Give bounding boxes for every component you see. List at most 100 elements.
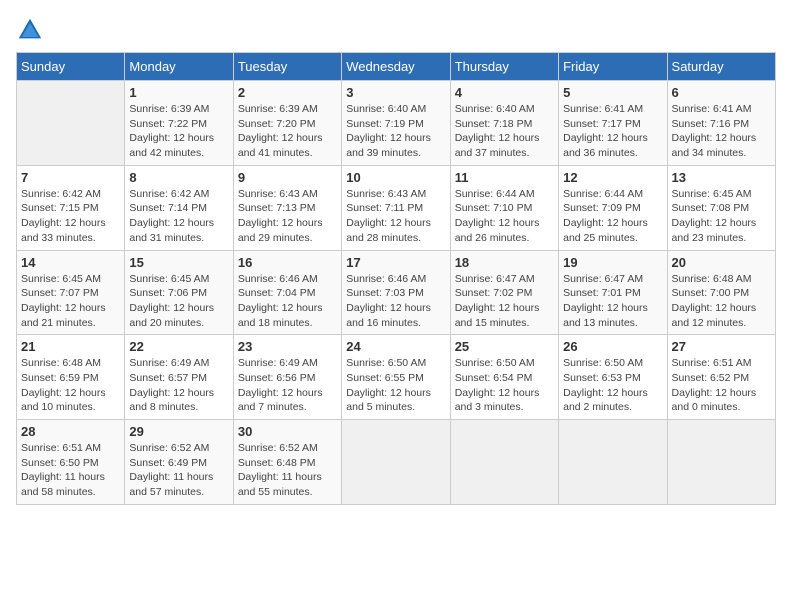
calendar-cell: 25 Sunrise: 6:50 AMSunset: 6:54 PMDayligh… <box>450 335 558 420</box>
day-detail: Sunrise: 6:49 AMSunset: 6:57 PMDaylight:… <box>129 356 228 415</box>
calendar-cell <box>450 420 558 505</box>
calendar-week-row: 1 Sunrise: 6:39 AMSunset: 7:22 PMDaylight… <box>17 81 776 166</box>
logo <box>16 16 48 44</box>
weekday-header: Saturday <box>667 53 775 81</box>
calendar-cell: 5 Sunrise: 6:41 AMSunset: 7:17 PMDaylight… <box>559 81 667 166</box>
day-number: 15 <box>129 255 228 270</box>
day-detail: Sunrise: 6:49 AMSunset: 6:56 PMDaylight:… <box>238 356 337 415</box>
day-detail: Sunrise: 6:50 AMSunset: 6:53 PMDaylight:… <box>563 356 662 415</box>
weekday-header: Friday <box>559 53 667 81</box>
logo-icon <box>16 16 44 44</box>
calendar-cell: 24 Sunrise: 6:50 AMSunset: 6:55 PMDayligh… <box>342 335 450 420</box>
day-detail: Sunrise: 6:39 AMSunset: 7:22 PMDaylight:… <box>129 102 228 161</box>
day-number: 13 <box>672 170 771 185</box>
day-detail: Sunrise: 6:51 AMSunset: 6:50 PMDaylight:… <box>21 441 120 500</box>
day-detail: Sunrise: 6:42 AMSunset: 7:14 PMDaylight:… <box>129 187 228 246</box>
day-number: 26 <box>563 339 662 354</box>
calendar-cell: 15 Sunrise: 6:45 AMSunset: 7:06 PMDayligh… <box>125 250 233 335</box>
calendar-cell: 29 Sunrise: 6:52 AMSunset: 6:49 PMDayligh… <box>125 420 233 505</box>
day-number: 17 <box>346 255 445 270</box>
calendar-cell <box>667 420 775 505</box>
day-detail: Sunrise: 6:50 AMSunset: 6:55 PMDaylight:… <box>346 356 445 415</box>
weekday-header: Thursday <box>450 53 558 81</box>
day-number: 22 <box>129 339 228 354</box>
calendar-cell: 20 Sunrise: 6:48 AMSunset: 7:00 PMDayligh… <box>667 250 775 335</box>
day-detail: Sunrise: 6:47 AMSunset: 7:02 PMDaylight:… <box>455 272 554 331</box>
calendar-cell: 14Sunrise: 6:45 AMSunset: 7:07 PMDayligh… <box>17 250 125 335</box>
calendar-cell: 16Sunrise: 6:46 AMSunset: 7:04 PMDayligh… <box>233 250 341 335</box>
day-number: 6 <box>672 85 771 100</box>
day-number: 27 <box>672 339 771 354</box>
day-number: 21 <box>21 339 120 354</box>
day-detail: Sunrise: 6:45 AMSunset: 7:06 PMDaylight:… <box>129 272 228 331</box>
weekday-header: Tuesday <box>233 53 341 81</box>
day-number: 30 <box>238 424 337 439</box>
day-number: 19 <box>563 255 662 270</box>
calendar-cell: 17 Sunrise: 6:46 AMSunset: 7:03 PMDayligh… <box>342 250 450 335</box>
day-detail: Sunrise: 6:45 AMSunset: 7:08 PMDaylight:… <box>672 187 771 246</box>
day-number: 16 <box>238 255 337 270</box>
calendar-week-row: 28 Sunrise: 6:51 AMSunset: 6:50 PMDayligh… <box>17 420 776 505</box>
day-number: 14 <box>21 255 120 270</box>
calendar-cell: 3Sunrise: 6:40 AMSunset: 7:19 PMDaylight… <box>342 81 450 166</box>
day-detail: Sunrise: 6:42 AMSunset: 7:15 PMDaylight:… <box>21 187 120 246</box>
day-number: 25 <box>455 339 554 354</box>
calendar-table: SundayMondayTuesdayWednesdayThursdayFrid… <box>16 52 776 505</box>
day-detail: Sunrise: 6:52 AMSunset: 6:48 PMDaylight:… <box>238 441 337 500</box>
calendar-cell: 28 Sunrise: 6:51 AMSunset: 6:50 PMDayligh… <box>17 420 125 505</box>
day-number: 4 <box>455 85 554 100</box>
day-detail: Sunrise: 6:43 AMSunset: 7:11 PMDaylight:… <box>346 187 445 246</box>
day-detail: Sunrise: 6:51 AMSunset: 6:52 PMDaylight:… <box>672 356 771 415</box>
calendar-cell: 26 Sunrise: 6:50 AMSunset: 6:53 PMDayligh… <box>559 335 667 420</box>
day-detail: Sunrise: 6:46 AMSunset: 7:03 PMDaylight:… <box>346 272 445 331</box>
day-detail: Sunrise: 6:48 AMSunset: 6:59 PMDaylight:… <box>21 356 120 415</box>
day-number: 1 <box>129 85 228 100</box>
day-number: 12 <box>563 170 662 185</box>
day-detail: Sunrise: 6:41 AMSunset: 7:17 PMDaylight:… <box>563 102 662 161</box>
weekday-header: Wednesday <box>342 53 450 81</box>
calendar-cell: 21 Sunrise: 6:48 AMSunset: 6:59 PMDayligh… <box>17 335 125 420</box>
calendar-cell: 1 Sunrise: 6:39 AMSunset: 7:22 PMDaylight… <box>125 81 233 166</box>
day-number: 8 <box>129 170 228 185</box>
calendar-cell: 6 Sunrise: 6:41 AMSunset: 7:16 PMDaylight… <box>667 81 775 166</box>
day-number: 24 <box>346 339 445 354</box>
calendar-cell <box>342 420 450 505</box>
weekday-header: Monday <box>125 53 233 81</box>
calendar-week-row: 21 Sunrise: 6:48 AMSunset: 6:59 PMDayligh… <box>17 335 776 420</box>
page-header <box>16 16 776 44</box>
day-number: 10 <box>346 170 445 185</box>
day-number: 5 <box>563 85 662 100</box>
calendar-cell <box>559 420 667 505</box>
day-detail: Sunrise: 6:43 AMSunset: 7:13 PMDaylight:… <box>238 187 337 246</box>
calendar-cell: 19 Sunrise: 6:47 AMSunset: 7:01 PMDayligh… <box>559 250 667 335</box>
calendar-cell: 11 Sunrise: 6:44 AMSunset: 7:10 PMDayligh… <box>450 165 558 250</box>
day-detail: Sunrise: 6:44 AMSunset: 7:10 PMDaylight:… <box>455 187 554 246</box>
day-number: 18 <box>455 255 554 270</box>
calendar-week-row: 14Sunrise: 6:45 AMSunset: 7:07 PMDayligh… <box>17 250 776 335</box>
day-number: 7 <box>21 170 120 185</box>
day-detail: Sunrise: 6:50 AMSunset: 6:54 PMDaylight:… <box>455 356 554 415</box>
day-detail: Sunrise: 6:41 AMSunset: 7:16 PMDaylight:… <box>672 102 771 161</box>
weekday-header: Sunday <box>17 53 125 81</box>
day-number: 29 <box>129 424 228 439</box>
calendar-cell: 10 Sunrise: 6:43 AMSunset: 7:11 PMDayligh… <box>342 165 450 250</box>
calendar-week-row: 7 Sunrise: 6:42 AMSunset: 7:15 PMDaylight… <box>17 165 776 250</box>
calendar-cell <box>17 81 125 166</box>
weekday-header-row: SundayMondayTuesdayWednesdayThursdayFrid… <box>17 53 776 81</box>
calendar-cell: 2Sunrise: 6:39 AMSunset: 7:20 PMDaylight… <box>233 81 341 166</box>
calendar-cell: 12Sunrise: 6:44 AMSunset: 7:09 PMDayligh… <box>559 165 667 250</box>
day-number: 11 <box>455 170 554 185</box>
day-detail: Sunrise: 6:47 AMSunset: 7:01 PMDaylight:… <box>563 272 662 331</box>
calendar-cell: 18 Sunrise: 6:47 AMSunset: 7:02 PMDayligh… <box>450 250 558 335</box>
calendar-cell: 22 Sunrise: 6:49 AMSunset: 6:57 PMDayligh… <box>125 335 233 420</box>
calendar-cell: 8 Sunrise: 6:42 AMSunset: 7:14 PMDaylight… <box>125 165 233 250</box>
day-detail: Sunrise: 6:52 AMSunset: 6:49 PMDaylight:… <box>129 441 228 500</box>
day-detail: Sunrise: 6:40 AMSunset: 7:19 PMDaylight:… <box>346 102 445 161</box>
day-number: 20 <box>672 255 771 270</box>
calendar-cell: 13 Sunrise: 6:45 AMSunset: 7:08 PMDayligh… <box>667 165 775 250</box>
day-detail: Sunrise: 6:48 AMSunset: 7:00 PMDaylight:… <box>672 272 771 331</box>
calendar-cell: 30 Sunrise: 6:52 AMSunset: 6:48 PMDayligh… <box>233 420 341 505</box>
calendar-cell: 9Sunrise: 6:43 AMSunset: 7:13 PMDaylight… <box>233 165 341 250</box>
day-number: 28 <box>21 424 120 439</box>
calendar-cell: 7 Sunrise: 6:42 AMSunset: 7:15 PMDaylight… <box>17 165 125 250</box>
